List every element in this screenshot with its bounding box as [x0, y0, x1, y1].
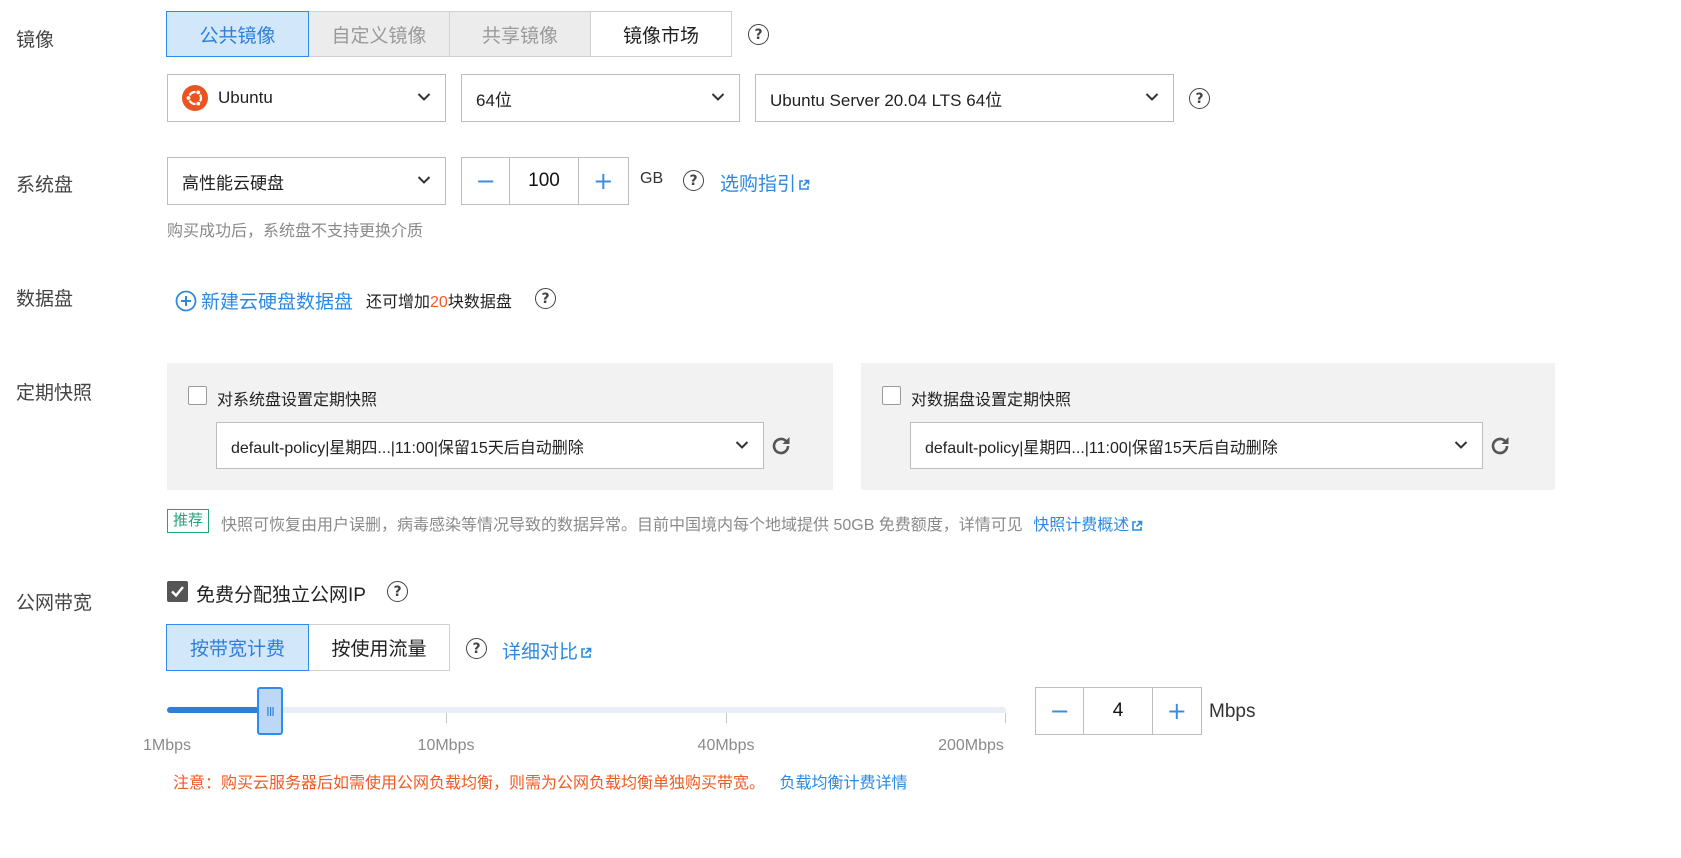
- arch-select-value: 64位: [476, 90, 512, 110]
- decrement-button[interactable]: −: [1036, 688, 1083, 734]
- ubuntu-logo-icon: [182, 85, 208, 111]
- recommend-tag: 推荐: [167, 509, 210, 533]
- slider-tick-label: 10Mbps: [417, 737, 475, 754]
- system-disk-note: 购买成功后，系统盘不支持更换介质: [167, 223, 424, 240]
- slider-tick: [726, 713, 727, 723]
- slider-tick: [1005, 713, 1006, 723]
- plus-circle-icon: [175, 290, 197, 311]
- bandwidth-label: 公网带宽: [16, 593, 93, 614]
- snapshot-label: 定期快照: [16, 383, 93, 404]
- image-label: 镜像: [16, 30, 55, 51]
- data-snapshot-policy-value: default-policy|星期四...|11:00|保留15天后自动删除: [925, 439, 1278, 457]
- load-balancer-notice-text: 注意：购买云服务器后如需使用公网负载均衡，则需为公网负载均衡单独购买带宽。: [173, 775, 766, 792]
- data-disk-label: 数据盘: [16, 289, 74, 310]
- bandwidth-stepper: − 4 +: [1035, 687, 1202, 735]
- free-ip-help-icon[interactable]: ?: [387, 581, 408, 602]
- system-snapshot-checkbox[interactable]: [188, 386, 207, 405]
- chevron-down-icon: [417, 93, 431, 101]
- quota-prefix: 还可增加: [366, 294, 431, 311]
- decrement-button[interactable]: −: [462, 158, 509, 204]
- chevron-down-icon: [1454, 440, 1468, 449]
- system-disk-unit: GB: [640, 170, 664, 187]
- system-snapshot-label: 对系统盘设置定期快照: [217, 392, 378, 409]
- external-link-icon: [581, 647, 592, 658]
- billing-compare-link[interactable]: 详细对比: [502, 637, 592, 664]
- bandwidth-slider-handle[interactable]: III: [257, 687, 283, 735]
- system-disk-type-value: 高性能云硬盘: [182, 173, 284, 193]
- snapshot-pricing-link-text: 快照计费概述: [1033, 517, 1130, 534]
- increment-button[interactable]: +: [1153, 688, 1201, 734]
- billing-compare-link-text: 详细对比: [502, 642, 579, 663]
- data-disk-help-icon[interactable]: ?: [535, 288, 556, 309]
- data-snapshot-panel: 对数据盘设置定期快照 default-policy|星期四...|11:00|保…: [861, 363, 1555, 490]
- snapshot-recommend-desc: 快照可恢复由用户误删，病毒感染等情况导致的数据异常。目前中国境内每个地域提供 5…: [221, 517, 1023, 534]
- slider-tick-label: 200Mbps: [938, 737, 1004, 754]
- chevron-down-icon: [1145, 93, 1159, 101]
- system-disk-type-select[interactable]: 高性能云硬盘: [167, 157, 446, 205]
- checkmark-icon: [171, 586, 184, 598]
- system-snapshot-panel: 对系统盘设置定期快照 default-policy|星期四...|11:00|保…: [167, 363, 833, 490]
- data-snapshot-policy-select[interactable]: default-policy|星期四...|11:00|保留15天后自动删除: [910, 422, 1483, 469]
- system-disk-size-input[interactable]: 100: [509, 158, 579, 204]
- load-balancer-notice: 注意：购买云服务器后如需使用公网负载均衡，则需为公网负载均衡单独购买带宽。 负载…: [173, 769, 907, 793]
- system-snapshot-policy-select[interactable]: default-policy|星期四...|11:00|保留15天后自动删除: [216, 422, 764, 469]
- refresh-icon[interactable]: [769, 434, 793, 458]
- tab-shared-image[interactable]: 共享镜像: [449, 11, 591, 57]
- chevron-down-icon: [711, 93, 725, 101]
- free-ip-label: 免费分配独立公网IP: [196, 585, 366, 606]
- image-tab-group: 公共镜像 自定义镜像 共享镜像 镜像市场: [166, 11, 732, 57]
- free-ip-checkbox[interactable]: [167, 581, 188, 602]
- system-snapshot-policy-value: default-policy|星期四...|11:00|保留15天后自动删除: [231, 439, 584, 457]
- system-disk-label: 系统盘: [16, 175, 74, 196]
- quota-suffix: 块数据盘: [447, 294, 512, 311]
- purchase-guide-link[interactable]: 选购指引: [720, 169, 810, 196]
- slider-tick: [446, 713, 447, 723]
- purchase-guide-link-text: 选购指引: [720, 174, 797, 195]
- chevron-down-icon: [735, 440, 749, 449]
- billing-help-icon[interactable]: ?: [466, 638, 487, 659]
- version-help-icon[interactable]: ?: [1189, 88, 1210, 109]
- slider-tick-label: 40Mbps: [697, 737, 755, 754]
- external-link-icon: [1132, 520, 1143, 531]
- tab-bandwidth-billing[interactable]: 按带宽计费: [166, 624, 309, 671]
- snapshot-pricing-link[interactable]: 快照计费概述: [1033, 517, 1143, 534]
- image-help-icon[interactable]: ?: [748, 24, 769, 45]
- os-select[interactable]: Ubuntu: [167, 74, 446, 122]
- arch-select[interactable]: 64位: [461, 74, 740, 122]
- external-link-icon: [799, 179, 810, 190]
- tab-custom-image[interactable]: 自定义镜像: [308, 11, 450, 57]
- version-select-value: Ubuntu Server 20.04 LTS 64位: [770, 90, 1003, 110]
- system-disk-size-stepper: − 100 +: [461, 157, 629, 205]
- snapshot-recommend-text: 快照可恢复由用户误删，病毒感染等情况导致的数据异常。目前中国境内每个地域提供 5…: [221, 511, 1143, 535]
- data-snapshot-checkbox[interactable]: [882, 386, 901, 405]
- tab-traffic-billing[interactable]: 按使用流量: [308, 624, 450, 671]
- bandwidth-value-input[interactable]: 4: [1083, 688, 1153, 734]
- tab-image-market[interactable]: 镜像市场: [590, 11, 732, 57]
- version-select[interactable]: Ubuntu Server 20.04 LTS 64位: [755, 74, 1174, 122]
- add-data-disk-label: 新建云硬盘数据盘: [201, 292, 354, 313]
- bandwidth-slider-fill: [167, 707, 270, 713]
- increment-button[interactable]: +: [579, 158, 628, 204]
- os-select-value: Ubuntu: [218, 88, 273, 107]
- refresh-icon[interactable]: [1488, 434, 1512, 458]
- slider-tick-label: 1Mbps: [142, 737, 192, 754]
- bandwidth-unit: Mbps: [1209, 701, 1256, 722]
- add-data-disk-button[interactable]: 新建云硬盘数据盘: [175, 287, 353, 314]
- data-disk-quota: 还可增加20块数据盘: [366, 288, 512, 312]
- tab-public-image[interactable]: 公共镜像: [166, 11, 309, 57]
- load-balancer-pricing-link[interactable]: 负载均衡计费详情: [779, 775, 907, 792]
- bandwidth-slider-track[interactable]: [167, 707, 1006, 713]
- system-disk-help-icon[interactable]: ?: [683, 170, 704, 191]
- data-snapshot-label: 对数据盘设置定期快照: [911, 392, 1072, 409]
- billing-tab-group: 按带宽计费 按使用流量: [166, 624, 450, 671]
- quota-count: 20: [430, 294, 448, 311]
- chevron-down-icon: [417, 176, 431, 184]
